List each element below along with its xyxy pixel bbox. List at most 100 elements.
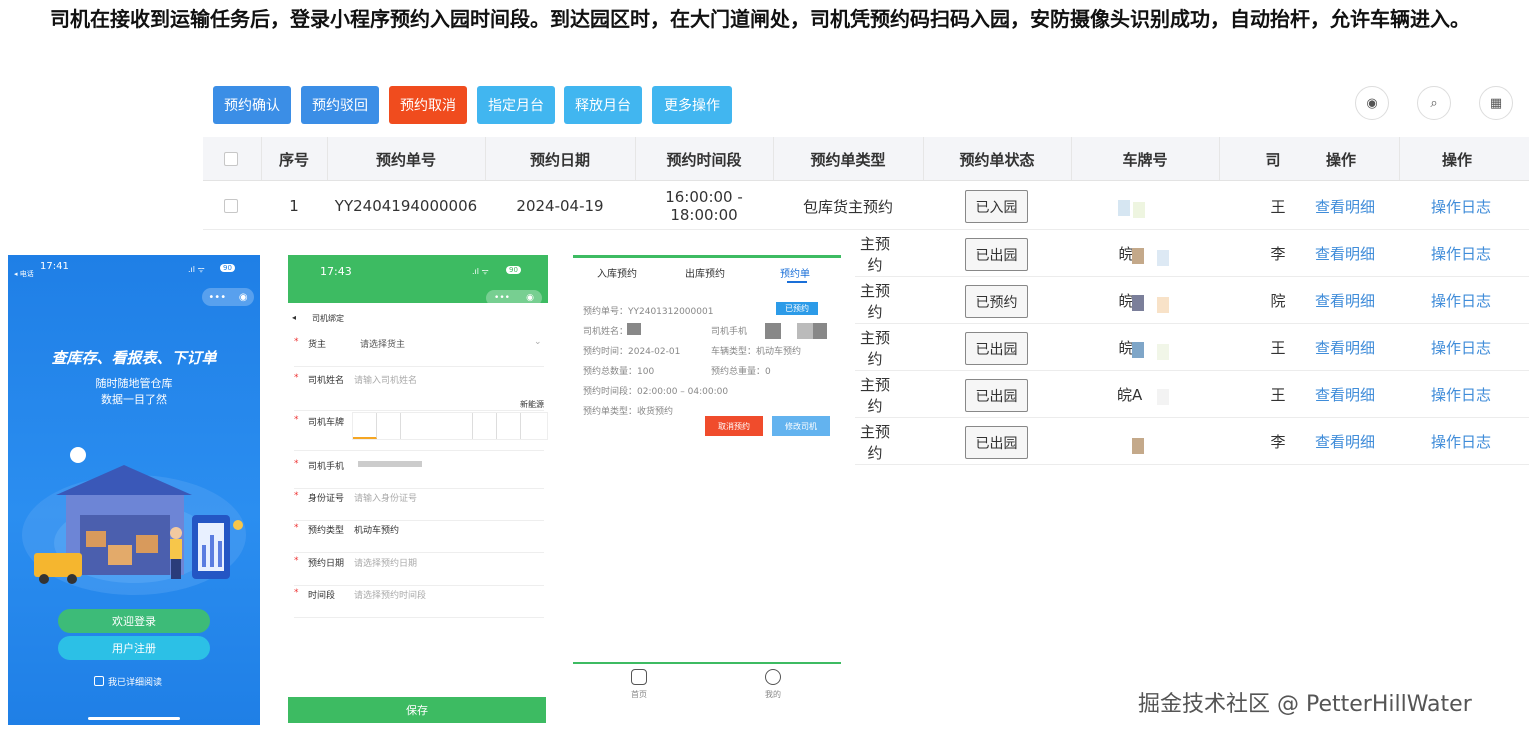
sub-slogan-1: 随时随地管仓库 [95,377,173,390]
home-icon[interactable] [631,669,647,685]
operation-log-link[interactable]: 操作日志 [1431,431,1491,452]
field-driver-name[interactable]: * 司机姓名 请输入司机姓名 新能源 [294,373,544,411]
driver-phone-label: 司机手机 [711,327,748,337]
view-detail-link[interactable]: 查看明细 [1315,337,1375,358]
view-detail-link[interactable]: 查看明细 [1315,384,1375,405]
redacted-value [813,323,827,339]
status-badge: 已预约 [965,285,1028,318]
confirm-button[interactable]: 预约确认 [213,86,291,124]
field-label: 司机车牌 [308,418,345,428]
row-order-no: YY2404194000006 [334,197,478,215]
view-detail-link[interactable]: 查看明细 [1315,290,1375,311]
phone-login-screen: 17:41 ◂ 电话 .ıl ᯤ 90 ••• ◉ 查库存、看报表、下订单 随时随… [8,255,260,725]
view-detail-link[interactable]: 查看明细 [1315,196,1375,217]
row-checkbox[interactable] [224,199,238,213]
field-time-slot[interactable]: * 时间段 请选择预约时间段 [294,588,544,618]
vehicle-type: 车辆类型：机动车预约 [711,347,802,357]
cancel-button[interactable]: 预约取消 [389,86,467,124]
agree-label: 我已详细阅读 [108,678,163,688]
reject-button[interactable]: 预约驳回 [301,86,379,124]
watermark: 掘金技术社区 @ PetterHillWater [1138,692,1472,717]
grid-icon[interactable]: ▦ [1479,86,1513,120]
tab-outbound[interactable]: 出库预约 [685,265,725,280]
plate-input-grid[interactable] [352,412,548,440]
field-label: 预约类型 [308,526,345,536]
more-icon[interactable]: ••• [208,292,226,303]
time-period: 预约时间段：02:00:00 – 04:00:00 [583,387,729,397]
assign-dock-button[interactable]: 指定月台 [477,86,555,124]
plate-redacted [1132,248,1144,264]
search-icon[interactable]: ⌕ [1417,86,1451,120]
field-label: 时间段 [308,591,336,601]
operation-log-link[interactable]: 操作日志 [1431,243,1491,264]
header-driver: 司 [1265,150,1281,169]
row-type: 主预约 [859,422,890,462]
row-driver: 王 [1270,339,1286,357]
login-button[interactable]: 欢迎登录 [58,609,210,633]
table-row: 1 YY2404194000006 2024-04-19 16:00:00 - … [203,182,1529,230]
more-actions-button[interactable]: 更多操作 [652,86,732,124]
register-button[interactable]: 用户注册 [58,636,210,660]
field-driver-phone[interactable]: * 司机手机 [294,459,544,489]
plate-redacted [1132,438,1144,454]
field-booking-date[interactable]: * 预约日期 请选择预约日期 [294,556,544,586]
plate-redacted [1132,342,1144,358]
status-badge: 已出园 [965,379,1028,412]
booking-time: 预约时间：2024-02-01 [583,347,681,357]
field-id-number[interactable]: * 身份证号 请输入身份证号 [294,491,544,521]
header-date: 预约日期 [529,150,590,169]
header-action-1: 操作 [1325,150,1356,169]
redacted-value [627,323,641,335]
redacted-value [765,323,781,339]
header-type: 预约单类型 [810,150,886,169]
nav-home-label[interactable]: 首页 [631,689,647,700]
operation-log-link[interactable]: 操作日志 [1431,290,1491,311]
close-icon[interactable]: ◉ [526,293,534,303]
plate-redacted [1157,344,1169,360]
close-icon[interactable]: ◉ [239,292,248,303]
field-booking-type[interactable]: * 预约类型 机动车预约 [294,523,544,553]
nav-me-label[interactable]: 我的 [765,689,781,700]
eye-icon[interactable]: ◉ [1355,86,1389,120]
bottom-bar [573,662,841,664]
agree-checkbox[interactable] [94,676,104,686]
warehouse-illustration [22,447,246,595]
tab-booking[interactable]: 预约单 [780,265,810,280]
edit-driver-button[interactable]: 修改司机 [772,416,830,436]
header-plate: 车牌号 [1122,150,1168,169]
operation-log-link[interactable]: 操作日志 [1431,337,1491,358]
row-time: 16:00:00 - 18:00:00 [665,188,743,224]
field-plate[interactable]: * 司机车牌 [294,412,548,451]
back-arrow-icon[interactable]: ◂ [292,313,296,322]
home-indicator [88,717,180,720]
release-dock-button[interactable]: 释放月台 [564,86,642,124]
slogan: 查库存、看报表、下订单 [51,349,217,367]
capsule-menu[interactable]: ••• ◉ [202,288,254,306]
cancel-booking-button[interactable]: 取消预约 [705,416,763,436]
plate-redacted [1133,202,1145,218]
tab-underline [787,281,807,283]
phone-driver-form: 17:43 .ıl ᯤ 90 ••• ◉ ◂ 司机绑定 * 货主 请选择货主 ⌄ * 司机… [288,255,548,727]
more-icon[interactable]: ••• [494,293,510,303]
driver-name-label: 司机姓名： [583,327,629,337]
field-value: 请选择预约时间段 [354,591,427,601]
plate-redacted [1132,295,1144,311]
select-all-checkbox[interactable] [224,152,238,166]
save-button[interactable]: 保存 [288,697,546,723]
field-owner[interactable]: * 货主 请选择货主 ⌄ [294,337,544,367]
redacted-value [358,461,422,467]
header-index: 序号 [278,150,309,169]
intro-text: 司机在接收到运输任务后，登录小程序预约入园时间段。到达园区时，在大门道闸处，司机… [50,7,1470,31]
operation-log-link[interactable]: 操作日志 [1431,384,1491,405]
view-detail-link[interactable]: 查看明细 [1315,243,1375,264]
view-detail-link[interactable]: 查看明细 [1315,431,1375,452]
field-value: 请选择货主 [360,340,406,350]
operation-log-link[interactable]: 操作日志 [1431,196,1491,217]
row-driver: 李 [1270,245,1286,263]
total-weight: 预约总重量：0 [711,367,771,377]
row-driver: 李 [1270,433,1286,451]
capsule-menu[interactable]: ••• ◉ [486,290,542,306]
field-label: 司机姓名 [308,376,345,386]
tab-inbound[interactable]: 入库预约 [597,265,637,280]
profile-icon[interactable] [765,669,781,685]
